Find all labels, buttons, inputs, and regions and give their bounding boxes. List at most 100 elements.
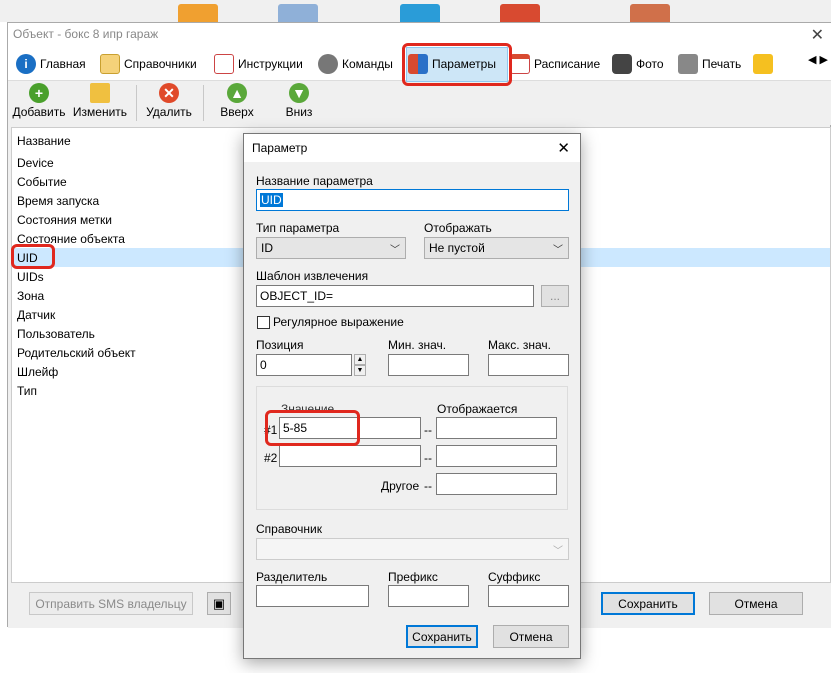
camera-icon [612,54,632,74]
spin-up-icon[interactable]: ▲ [354,354,366,365]
row2-label: #2 [264,451,278,465]
regex-label: Регулярное выражение [273,315,404,329]
background-taskbar [0,0,831,22]
down-label: Вниз [285,105,313,119]
main-save-button[interactable]: Сохранить [601,592,695,615]
delete-button[interactable]: ✕ Удалить [142,83,196,119]
other-input[interactable] [436,473,557,495]
dictionary-label: Справочник [256,522,322,536]
add-label: Добавить [12,105,66,119]
book-icon [100,54,120,74]
separator-label: Разделитель [256,570,328,584]
separator [136,85,137,121]
tab-label: Инструкции [238,57,303,71]
dialog-save-button[interactable]: Сохранить [406,625,478,648]
name-value: UID [260,193,283,207]
row1-shown-input[interactable] [436,417,557,439]
send-sms-button[interactable]: Отправить SMS владельцу [29,592,193,615]
browse-button[interactable]: ... [541,285,569,307]
close-icon[interactable]: ✕ [811,25,824,45]
separator-input[interactable] [256,585,369,607]
tab-more[interactable] [753,51,773,77]
tab-photo[interactable]: Фото [612,51,664,77]
tab-dictionaries[interactable]: Справочники [100,51,197,77]
annotation-highlight [265,410,360,446]
name-label: Название параметра [256,174,373,188]
app-icon [400,4,440,22]
tab-main[interactable]: i Главная [16,51,86,77]
regex-checkbox[interactable] [257,316,270,329]
tab-label: Справочники [124,57,197,71]
info-icon: i [16,54,36,74]
calendar-icon [510,54,530,74]
dialog-cancel-button[interactable]: Отмена [493,625,569,648]
edit-label: Изменить [72,105,128,119]
printer-icon [678,54,698,74]
window-title: Объект - бокс 8 ипр гараж [13,27,159,41]
row2-dash: -- [424,451,432,465]
tab-label: Фото [636,57,664,71]
move-down-button[interactable]: ▼ Вниз [274,83,324,119]
dictionary-select[interactable]: ﹀ [256,538,569,560]
tab-label: Главная [40,57,86,71]
title-bar: Объект - бокс 8 ипр гараж ✕ [8,23,831,45]
tab-commands[interactable]: Команды [318,51,393,77]
chevron-down-icon: ﹀ [553,245,563,256]
display-label: Отображать [424,221,492,235]
app-icon [630,4,670,22]
tab-label: Расписание [534,57,601,71]
prefix-label: Префикс [388,570,438,584]
spin-down-icon[interactable]: ▼ [354,365,366,376]
chevron-down-icon: ﹀ [390,245,400,256]
app-icon [178,4,218,22]
tab-label: Команды [342,57,393,71]
tab-label: Печать [702,57,742,71]
min-label: Мин. знач. [388,338,447,352]
close-icon[interactable]: ✕ [557,139,570,157]
type-select[interactable]: ID ﹀ [256,237,406,259]
app-icon [500,4,540,22]
tab-schedule[interactable]: Расписание [510,51,600,77]
arrow-up-icon: ▲ [227,83,247,103]
type-label: Тип параметра [256,221,340,235]
parameter-dialog: Параметр ✕ Название параметра UID Тип па… [243,133,581,659]
other-dash: -- [424,479,432,493]
edit-button[interactable]: Изменить [70,83,130,119]
separator [203,85,204,121]
shown-column-label: Отображается [437,402,518,416]
tab-scroll-arrows[interactable]: ◀ ▶ [808,53,828,66]
delete-icon: ✕ [159,83,179,103]
prefix-input[interactable] [388,585,469,607]
annotation-highlight [11,244,55,269]
document-icon [214,54,234,74]
add-button[interactable]: + Добавить [12,83,66,119]
move-up-button[interactable]: ▲ Вверх [212,83,262,119]
display-select[interactable]: Не пустой ﹀ [424,237,569,259]
other-label: Другое [381,479,420,493]
tab-print[interactable]: Печать [678,51,741,77]
tab-instructions[interactable]: Инструкции [214,51,303,77]
display-value: Не пустой [429,241,485,255]
arrow-down-icon: ▼ [289,83,309,103]
save-disk-button[interactable]: ▣ [207,592,231,615]
min-input[interactable] [388,354,469,376]
chevron-down-icon: ﹀ [553,546,563,557]
floppy-icon: ▣ [212,595,226,611]
type-value: ID [261,241,273,255]
template-input[interactable]: OBJECT_ID= [256,285,534,307]
row2-value-input[interactable] [279,445,421,467]
plus-icon: + [29,83,49,103]
max-label: Макс. знач. [488,338,551,352]
app-icon [278,4,318,22]
gear-icon [318,54,338,74]
delete-label: Удалить [146,105,192,119]
suffix-input[interactable] [488,585,569,607]
suffix-label: Суффикс [488,570,541,584]
position-input[interactable]: 0 [256,354,352,376]
max-input[interactable] [488,354,569,376]
main-cancel-button[interactable]: Отмена [709,592,803,615]
position-label: Позиция [256,338,304,352]
name-input[interactable]: UID [256,189,569,211]
dialog-title: Параметр [252,141,308,155]
row2-shown-input[interactable] [436,445,557,467]
